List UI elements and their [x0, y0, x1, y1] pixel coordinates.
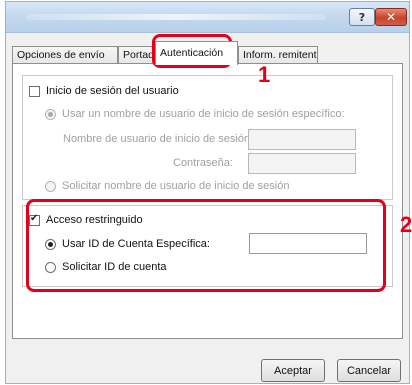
login-checkbox[interactable] — [29, 85, 40, 97]
password-field[interactable] — [248, 153, 356, 174]
tab-strip: Opciones de envío Portada Autenticación … — [12, 38, 403, 65]
step2-number: 2 — [400, 212, 412, 237]
login-group: Inicio de sesión del usuario Usar un nom… — [22, 75, 393, 200]
username-label: Nombre de usuario de inicio de sesión: — [63, 133, 254, 145]
close-button[interactable]: ✕ — [375, 8, 407, 26]
request-username-label: Solicitar nombre de usuario de inicio de… — [62, 180, 290, 192]
tab-cover[interactable]: Portada — [118, 46, 155, 64]
step1-number: 1 — [258, 62, 271, 87]
login-checkbox-label: Inicio de sesión del usuario — [46, 85, 179, 97]
use-specific-user-row[interactable]: Usar un nombre de usuario de inicio de s… — [45, 108, 345, 120]
step2-highlight — [26, 199, 386, 292]
blurred-title — [26, 14, 326, 20]
title-bar: ? ✕ — [6, 2, 409, 33]
accept-button[interactable]: Aceptar — [261, 359, 325, 382]
request-username-radio[interactable] — [45, 180, 56, 192]
tab-sender-info[interactable]: Inform. remitente — [238, 46, 318, 64]
dialog-window: ? ✕ Opciones de envío Portada Autenticac… — [5, 1, 410, 384]
password-label: Contraseña: — [173, 157, 233, 169]
username-field[interactable] — [248, 129, 356, 150]
help-button[interactable]: ? — [349, 8, 375, 26]
login-checkbox-row[interactable]: Inicio de sesión del usuario — [29, 85, 179, 97]
tab-send-options[interactable]: Opciones de envío — [12, 46, 118, 64]
request-username-row[interactable]: Solicitar nombre de usuario de inicio de… — [45, 180, 289, 192]
cancel-button[interactable]: Cancelar — [337, 359, 401, 382]
use-specific-user-radio[interactable] — [45, 108, 56, 120]
use-specific-user-label: Usar un nombre de usuario de inicio de s… — [62, 108, 345, 120]
tab-authentication[interactable]: Autenticación — [155, 41, 238, 65]
